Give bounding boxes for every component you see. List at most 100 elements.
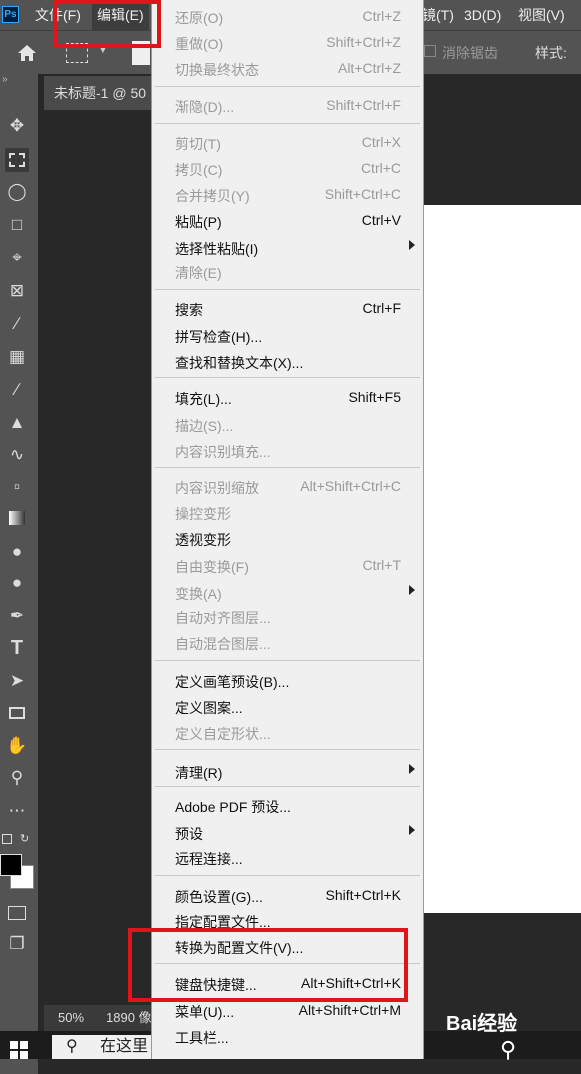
crop-tool-icon[interactable]: ⌖ — [5, 246, 29, 270]
menu-item-define-custom-shape: 定义自定形状... — [175, 720, 401, 744]
taskbar-search-box[interactable]: ⚲ 在这里 — [52, 1035, 158, 1059]
healing-brush-tool-icon[interactable]: ▦ — [5, 345, 29, 369]
brush-tool-icon[interactable]: ∕ — [5, 378, 29, 402]
photoshop-logo: Ps — [2, 6, 19, 23]
menu-item-label: 自由变换(F) — [175, 559, 249, 575]
menu-item-paste[interactable]: 粘贴(P) Ctrl+V — [175, 208, 401, 232]
menu-item-puppet-warp: 操控变形 — [175, 500, 401, 524]
screen-mode-icon[interactable]: ❐ — [5, 932, 29, 956]
document-tab-bar: 未标题-1 @ 50 — [44, 76, 154, 110]
menu-item-label: 选择性粘贴(I) — [175, 241, 259, 257]
menu-3d[interactable]: 3D(D) — [464, 0, 501, 30]
menu-item-shortcut: Ctrl+T — [362, 557, 402, 573]
menu-separator — [155, 86, 420, 87]
collapse-icon[interactable]: » — [2, 74, 8, 85]
default-colors-icon[interactable] — [2, 834, 12, 844]
canvas[interactable] — [424, 205, 581, 913]
menu-item-shortcut: Ctrl+X — [361, 134, 401, 150]
menu-item-copy: 拷贝(C) Ctrl+C — [175, 156, 401, 180]
search-icon[interactable]: ⚲ — [500, 1037, 522, 1062]
marquee-tool-icon[interactable] — [5, 148, 29, 172]
menu-item-define-brush-preset[interactable]: 定义画笔预设(B)... — [175, 668, 401, 692]
menu-item-color-settings[interactable]: 颜色设置(G)... Shift+Ctrl+K — [175, 883, 401, 907]
menu-item-search[interactable]: 搜索 Ctrl+F — [175, 296, 401, 320]
menu-item-stroke: 描边(S)... — [175, 412, 401, 436]
menu-item-fade: 渐隐(D)... Shift+Ctrl+F — [175, 93, 401, 117]
move-tool-icon[interactable]: ✥ — [5, 114, 29, 138]
more-tools-icon[interactable]: ⋯ — [5, 799, 29, 823]
menu-item-shortcut: Alt+Shift+Ctrl+C — [300, 478, 401, 494]
menu-separator — [155, 749, 420, 750]
menu-item-free-transform: 自由变换(F) Ctrl+T — [175, 553, 401, 577]
path-selection-tool-icon[interactable]: ➤ — [5, 669, 29, 693]
menu-item-undo: 还原(O) Ctrl+Z — [175, 4, 401, 28]
menu-item-label: 清理(R) — [175, 765, 223, 781]
edit-menu-dropdown: 还原(O) Ctrl+Z 重做(O) Shift+Ctrl+Z 切换最终状态 Alt+Ct… — [151, 0, 424, 1059]
menu-item-remote-connections[interactable]: 远程连接... — [175, 845, 401, 869]
menu-item-find-replace[interactable]: 查找和替换文本(X)... — [175, 349, 401, 373]
document-tab[interactable]: 未标题-1 @ 50 — [54, 76, 146, 110]
menu-item-presets[interactable]: 预设 — [175, 820, 415, 844]
menu-item-label: 自动对齐图层... — [175, 610, 271, 626]
menu-item-cut: 剪切(T) Ctrl+X — [175, 130, 401, 154]
menu-item-shortcut: Alt+Shift+Ctrl+M — [298, 1002, 401, 1018]
lasso-tool-icon[interactable]: ◯ — [5, 180, 29, 204]
toolbox: » ✥ ◯ □ ⌖ ⊠ ∕ ▦ ∕ ▲ ∿ ▫ ● ● ✒ T ➤ ✋ ⚲ ⋯ … — [0, 74, 38, 1074]
menu-item-label: 查找和替换文本(X)... — [175, 355, 304, 371]
menu-view[interactable]: 视图(V) — [518, 0, 565, 30]
submenu-arrow-icon — [409, 240, 415, 250]
menu-item-transform: 变换(A) — [175, 580, 415, 604]
blur-tool-icon[interactable]: ● — [5, 540, 29, 564]
quick-select-tool-icon[interactable]: □ — [5, 213, 29, 237]
menu-item-shortcut: Ctrl+F — [362, 300, 402, 316]
menu-item-paste-special[interactable]: 选择性粘贴(I) — [175, 235, 415, 259]
foreground-color-swatch[interactable] — [0, 854, 22, 876]
menu-item-label: 切换最终状态 — [175, 62, 259, 78]
menu-item-purge[interactable]: 清理(R) — [175, 759, 415, 783]
menu-item-label: 清除(E) — [175, 265, 222, 281]
menu-item-label: Adobe PDF 预设... — [175, 799, 291, 815]
menu-separator — [155, 875, 420, 876]
rectangle-tool-icon[interactable] — [5, 701, 29, 725]
submenu-arrow-icon — [409, 825, 415, 835]
style-label: 样式: — [535, 45, 567, 61]
anti-alias-checkbox[interactable] — [424, 45, 436, 57]
zoom-tool-icon[interactable]: ⚲ — [5, 766, 29, 790]
windows-start-icon[interactable] — [10, 1041, 28, 1059]
frame-tool-icon[interactable]: ⊠ — [5, 279, 29, 303]
menu-item-label: 操控变形 — [175, 506, 231, 522]
submenu-arrow-icon — [409, 585, 415, 595]
menu-item-auto-align-layers: 自动对齐图层... — [175, 604, 401, 628]
clone-stamp-tool-icon[interactable]: ▲ — [5, 411, 29, 435]
gradient-tool-icon[interactable] — [5, 506, 29, 530]
dodge-tool-icon[interactable]: ● — [5, 571, 29, 595]
menu-item-adobe-pdf-presets[interactable]: Adobe PDF 预设... — [175, 793, 401, 817]
menu-filter[interactable]: 镜(T) — [422, 0, 454, 30]
menu-separator — [155, 786, 420, 787]
menu-item-perspective-warp[interactable]: 透视变形 — [175, 526, 401, 550]
menu-item-label: 远程连接... — [175, 851, 243, 867]
watermark-logo: Bai经验 — [446, 1013, 518, 1035]
swap-colors-icon[interactable]: ↻ — [20, 832, 29, 845]
eraser-tool-icon[interactable]: ▫ — [5, 475, 29, 499]
menu-item-label: 渐隐(D)... — [175, 99, 235, 115]
type-tool-icon[interactable]: T — [5, 636, 29, 660]
pen-tool-icon[interactable]: ✒ — [5, 604, 29, 628]
menu-item-label: 内容识别缩放 — [175, 480, 259, 496]
menu-separator — [155, 660, 420, 661]
eyedropper-tool-icon[interactable]: ∕ — [5, 312, 29, 336]
menu-item-label: 自动混合图层... — [175, 636, 271, 652]
menu-item-label: 预设 — [175, 826, 203, 842]
menu-item-copy-merged: 合并拷贝(Y) Shift+Ctrl+C — [175, 182, 401, 206]
menu-item-fill[interactable]: 填充(L)... Shift+F5 — [175, 385, 401, 409]
menu-item-define-pattern[interactable]: 定义图案... — [175, 694, 401, 718]
menu-item-spell-check[interactable]: 拼写检查(H)... — [175, 323, 401, 347]
quick-mask-icon[interactable] — [5, 900, 29, 924]
menu-item-label: 定义画笔预设(B)... — [175, 674, 290, 690]
menu-item-toolbar[interactable]: 工具栏... — [175, 1024, 401, 1048]
zoom-level[interactable]: 50% — [58, 1005, 84, 1031]
menu-item-label: 定义图案... — [175, 700, 243, 716]
history-brush-tool-icon[interactable]: ∿ — [5, 443, 29, 467]
home-icon[interactable] — [16, 43, 38, 63]
hand-tool-icon[interactable]: ✋ — [5, 734, 29, 758]
